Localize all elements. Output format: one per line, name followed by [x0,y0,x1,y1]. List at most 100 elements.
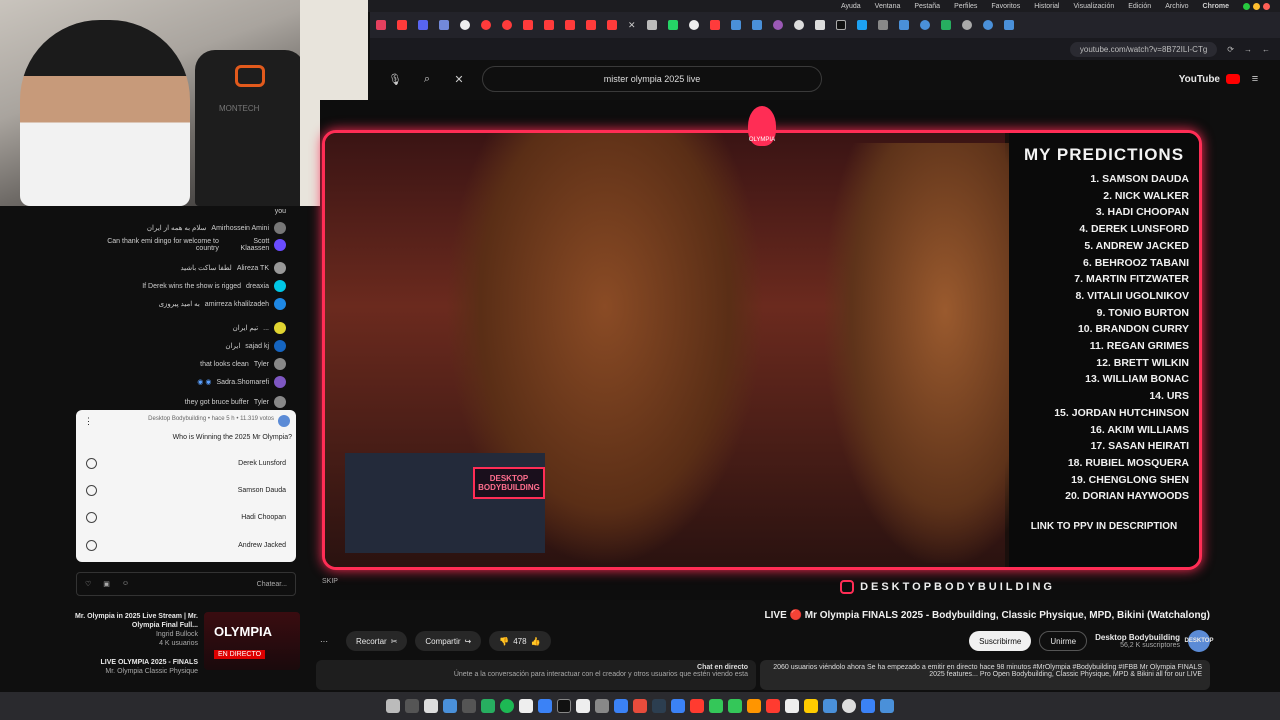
search-icon[interactable]: ⌕ [418,70,436,88]
tab-favicon-whatsapp-icon[interactable] [667,20,678,30]
clip-button[interactable]: Recortar ✂ [346,631,408,651]
tab-favicon-discord-icon[interactable] [418,20,428,30]
poll-option[interactable]: Andrew Jacked [86,536,286,554]
tab-favicon-youtube-icon[interactable] [565,20,575,30]
tab-favicon-youtube-icon[interactable] [397,20,407,30]
dislike-icon[interactable]: 👎 [499,637,509,646]
spotify-icon[interactable] [500,699,514,713]
reload-icon[interactable]: ⟳ [1227,45,1234,54]
chat-input[interactable]: ♡ ▣ ☺ Chatear... [76,572,296,596]
emoji-icon[interactable]: ☺ [122,580,129,588]
like-icon[interactable]: 👍 [531,637,541,646]
tab-favicon-opera-icon[interactable] [481,20,491,30]
app-icon[interactable] [462,699,476,713]
clear-search-icon[interactable]: ✕ [450,70,468,88]
notes-icon[interactable] [804,699,818,713]
forward-icon[interactable]: → [1244,45,1252,54]
tab-favicon-app-icon[interactable] [856,20,867,30]
menu-window[interactable]: Ventana [875,3,901,10]
radio-icon[interactable] [86,539,97,551]
app-icon[interactable] [481,699,495,713]
tab-favicon-app-icon[interactable] [877,20,888,30]
menu-view[interactable]: Visualización [1074,3,1115,10]
radio-icon[interactable] [86,457,97,469]
tab-favicon-app-icon[interactable] [439,20,449,30]
menu-bookmarks[interactable]: Favoritos [991,3,1020,10]
menu-file[interactable]: Archivo [1165,3,1188,10]
tab-favicon-chatgpt-icon[interactable] [688,20,699,30]
close-tab-icon[interactable]: ✕ [628,20,636,31]
trash-icon[interactable] [386,699,400,713]
recommendation-item[interactable]: Mr. Olympia in 2025 Live Stream | Mr. Ol… [70,612,302,675]
menu-help[interactable]: Ayuda [841,3,861,10]
tab-favicon-youtube-icon[interactable] [544,20,554,30]
tab-favicon-youtube-icon[interactable] [607,20,617,30]
search-input[interactable]: mister olympia 2025 live [482,66,822,92]
app-icon[interactable] [747,699,761,713]
tab-favicon-youtube-icon[interactable] [586,20,596,30]
microphone-icon[interactable]: 🎙 [386,70,404,88]
calendar-icon[interactable] [766,699,780,713]
tab-favicon-chatgpt-icon[interactable] [460,20,470,30]
poll-option[interactable]: Hadi Choopan [86,508,286,526]
tab-favicon-app-icon[interactable] [730,20,741,30]
description-box[interactable]: 2060 usuarios viéndolo ahora Se ha empez… [760,660,1210,690]
tab-favicon-app-icon[interactable] [772,20,783,30]
menu-app[interactable]: Chrome [1203,3,1229,10]
app-icon[interactable] [405,699,419,713]
facetime-icon[interactable] [728,699,742,713]
more-actions-button[interactable]: ··· [310,631,338,651]
youtube-logo[interactable]: YouTube ≡ [1179,70,1264,88]
menu-history[interactable]: Historial [1034,3,1059,10]
tab-favicon-youtube-icon[interactable] [523,20,533,30]
tab-favicon-app-icon[interactable] [961,20,972,30]
chrome-icon[interactable] [842,699,856,713]
maximize-icon[interactable] [1243,2,1250,10]
tab-favicon-app-icon[interactable] [751,20,762,30]
menu-profiles[interactable]: Perfiles [954,3,977,10]
hamburger-menu-icon[interactable]: ≡ [1246,70,1264,88]
app-store-icon[interactable] [614,699,628,713]
app-icon[interactable] [538,699,552,713]
subscribe-button[interactable]: Suscribirme [969,631,1032,651]
app-icon[interactable] [785,699,799,713]
app-icon[interactable] [652,699,666,713]
tab-favicon-app-icon[interactable] [919,20,930,30]
share-button[interactable]: Compartir ↪ [415,631,482,651]
messages-icon[interactable] [709,699,723,713]
poll-option[interactable]: Derek Lunsford [86,454,286,472]
join-button[interactable]: Unirme [1039,631,1088,651]
tab-favicon-app-icon[interactable] [898,20,909,30]
minimize-icon[interactable] [1253,2,1260,10]
app-icon[interactable] [519,699,533,713]
recommendation-thumbnail[interactable]: OLYMPIA EN DIRECTO [204,612,300,670]
finder-icon[interactable] [880,699,894,713]
radio-icon[interactable] [86,484,97,496]
app-icon[interactable] [557,699,571,713]
super-chat-icon[interactable]: ▣ [103,580,110,588]
menu-tab[interactable]: Pestaña [914,3,940,10]
app-icon[interactable] [633,699,647,713]
app-icon[interactable] [671,699,685,713]
tab-favicon-app-icon[interactable] [1003,20,1014,30]
heart-icon[interactable]: ♡ [85,580,91,588]
app-icon[interactable] [424,699,438,713]
safari-icon[interactable] [861,699,875,713]
app-icon[interactable] [443,699,457,713]
tab-favicon-youtube-icon[interactable] [709,20,720,30]
live-chat-collapsed[interactable]: Chat en directo Únete a la conversación … [316,660,756,690]
tab-favicon-instagram-icon[interactable] [376,20,386,30]
app-icon[interactable] [823,699,837,713]
tab-favicon-app-icon[interactable] [814,20,825,30]
app-icon[interactable] [690,699,704,713]
channel-name[interactable]: Desktop Bodybuilding [1095,633,1180,642]
window-controls[interactable] [1243,2,1270,10]
tab-favicon-app-icon[interactable] [835,20,846,30]
tab-favicon-app-icon[interactable] [982,20,993,30]
tab-favicon-app-icon[interactable] [940,20,951,30]
video-player[interactable]: DESKTOP BODYBUILDING MY PREDICTIONS 1. S… [320,100,1210,600]
url-field[interactable]: youtube.com/watch?v=8B72ILI-CTg [1069,41,1218,57]
app-icon[interactable] [595,699,609,713]
close-window-icon[interactable] [1263,2,1270,10]
back-icon[interactable]: ← [1262,45,1270,54]
